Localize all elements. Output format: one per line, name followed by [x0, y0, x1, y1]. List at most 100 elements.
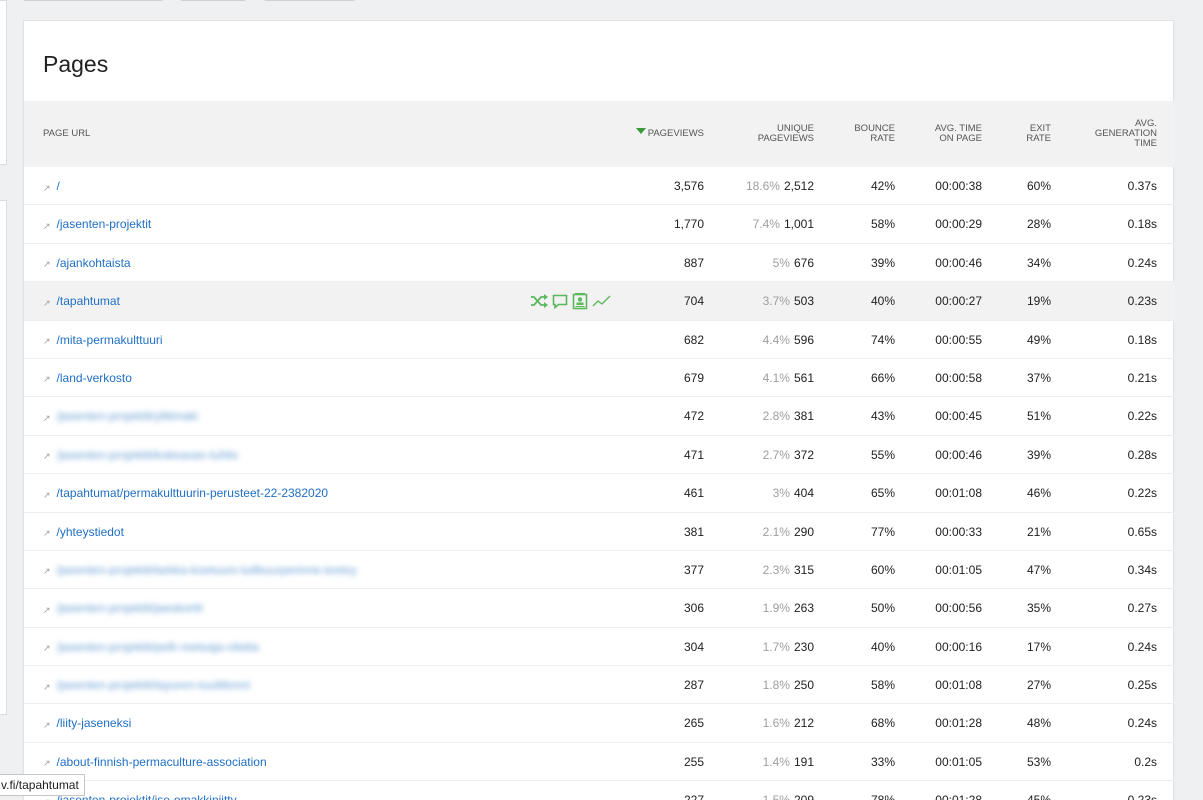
pageviews-value: 461 [683, 486, 704, 501]
unique-pageviews-value: 372 [793, 447, 814, 462]
page-url-cell: ↗ /ajankohtaista [43, 244, 131, 282]
column-bounce-rate[interactable]: BOUNCE RATE [854, 101, 895, 167]
avg-time-value: 00:00:45 [935, 409, 982, 424]
table-row[interactable]: ↗ /jasenten-projektit/tarkka-koetuum-tui… [24, 551, 1175, 590]
avg-time-value: 00:00:46 [935, 255, 982, 270]
visitor-profile-icon[interactable] [572, 292, 588, 310]
page-url-cell: ↗ /jasenten-projektit/pellr-metsaja-vile… [43, 628, 259, 666]
table-row[interactable]: ↗ / 3,576 18.6% 2,512 42% 00:00:38 60% 0… [24, 167, 1175, 206]
unique-pageviews-value: 596 [793, 332, 814, 347]
external-link-icon[interactable]: ↗ [43, 298, 51, 309]
column-exit-rate[interactable]: EXIT RATE [1026, 101, 1051, 167]
page-url-link[interactable]: /jasenten-projektit/kokeasan-tuhlis [57, 448, 238, 462]
external-link-icon[interactable]: ↗ [43, 758, 51, 769]
table-row[interactable]: ↗ /jasenten-projektit 1,770 7.4% 1,001 5… [24, 205, 1175, 244]
external-link-icon[interactable]: ↗ [43, 490, 51, 501]
column-avg-generation-time[interactable]: AVG. GENERATION TIME [1095, 101, 1157, 167]
page-url-link[interactable]: /jasenten-projektit/jaeskortti [57, 601, 203, 615]
page-url-link[interactable]: /jasenten-projektit/pellr-metsaja-vilett… [57, 640, 259, 654]
toolbar-button[interactable] [264, 0, 355, 1]
table-row[interactable]: ↗ /jasenten-projektit/jaeskortti 306 1.9… [24, 589, 1175, 628]
page-url-link[interactable]: /jasenten-projektit [57, 217, 152, 231]
pageviews-value: 287 [683, 678, 704, 693]
toolbar-button[interactable] [23, 0, 163, 1]
unique-pageviews-percent: 2.8% [762, 409, 790, 424]
external-link-icon[interactable]: ↗ [43, 682, 51, 693]
table-row[interactable]: ↗ /ajankohtaista 887 5% 676 39% 00:00:46… [24, 244, 1175, 283]
unique-pageviews-value: 315 [793, 562, 814, 577]
unique-pageviews-percent: 3% [772, 486, 790, 501]
exit-rate-value: 28% [1026, 217, 1051, 232]
column-page-url[interactable]: PAGE URL [43, 101, 90, 167]
table-row[interactable]: ↗ /about-finnish-permaculture-associatio… [24, 743, 1175, 782]
trend-icon[interactable] [592, 294, 612, 308]
page-url-link[interactable]: /land-verkosto [57, 371, 132, 385]
column-pageviews[interactable]: PAGEVIEWS [635, 101, 704, 167]
table-row[interactable]: ↗ /jasenten-projektit/pellr-metsaja-vile… [24, 628, 1175, 667]
shuffle-icon[interactable] [530, 294, 548, 309]
unique-pageviews-percent: 1.5% [763, 793, 790, 800]
table-row[interactable]: ↗ /land-verkosto 679 4.1% 561 66% 00:00:… [24, 359, 1175, 398]
external-link-icon[interactable]: ↗ [43, 566, 51, 577]
page-url-link[interactable]: /yhteystiedot [57, 525, 124, 539]
table-row[interactable]: ↗ /mita-permakulttuuri 682 4.4% 596 74% … [24, 321, 1175, 359]
exit-rate-value: 39% [1026, 447, 1051, 462]
avg-time-value: 00:00:29 [935, 217, 982, 232]
page-url-link[interactable]: /mita-permakulttuuri [57, 333, 163, 347]
status-bar-url: v.fi/tapahtumat [0, 774, 85, 796]
page-url-link[interactable]: / [57, 179, 60, 193]
column-unique-pageviews[interactable]: UNIQUE PAGEVIEWS [758, 101, 814, 167]
page-url-link[interactable]: /jasenten-projektit/ylittmaki [57, 409, 198, 423]
table-row[interactable]: ↗ /liity-jaseneksi 265 1.6% 212 68% 00:0… [24, 704, 1175, 743]
unique-pageviews-cell: 2.1% 290 [763, 513, 814, 551]
external-link-icon[interactable]: ↗ [43, 183, 51, 194]
external-link-icon[interactable]: ↗ [43, 605, 51, 616]
unique-pageviews-cell: 1.9% 263 [763, 589, 814, 627]
page-url-cell: ↗ /tapahtumat [43, 282, 120, 320]
bounce-rate-value: 77% [870, 524, 895, 539]
toolbar-button[interactable] [180, 0, 246, 1]
table-row[interactable]: ↗ /tapahtumat 704 3.7% 503 40% 00:00:27 … [24, 282, 1175, 321]
table-row[interactable]: ↗ /jasenten-projektit/ise-omakkinjitty 2… [24, 781, 1175, 800]
unique-pageviews-percent: 1.4% [762, 754, 790, 769]
pages-report-card: Pages PAGE URL PAGEVIEWS UNIQUE PAGEVIEWS… [23, 20, 1175, 800]
page-url-link[interactable]: /jasenten-projektit/tarkka-koetuum-tuilb… [57, 563, 357, 577]
table-row[interactable]: ↗ /tapahtumat/permakulttuurin-perusteet-… [24, 474, 1175, 513]
page-url-link[interactable]: /ajankohtaista [57, 256, 131, 270]
external-link-icon[interactable]: ↗ [43, 720, 51, 731]
pageviews-value: 377 [683, 562, 704, 577]
column-label: EXIT RATE [1026, 123, 1051, 144]
unique-pageviews-percent: 4.1% [762, 370, 790, 385]
page-url-link[interactable]: /jasenten-projektit/tayuren-tuulittonni [57, 678, 250, 692]
column-label: BOUNCE RATE [854, 123, 895, 144]
external-link-icon[interactable]: ↗ [43, 643, 51, 654]
external-link-icon[interactable]: ↗ [43, 374, 51, 385]
column-label: AVG. GENERATION TIME [1094, 118, 1157, 149]
page-url-link[interactable]: /tapahtumat [57, 294, 120, 308]
comment-icon[interactable] [552, 294, 568, 309]
unique-pageviews-percent: 2.1% [762, 524, 790, 539]
generation-time-value: 0.65s [1127, 524, 1157, 539]
table-row[interactable]: ↗ /yhteystiedot 381 2.1% 290 77% 00:00:3… [24, 513, 1175, 551]
external-link-icon[interactable]: ↗ [43, 528, 51, 539]
pageviews-value: 255 [683, 754, 704, 769]
column-avg-time-on-page[interactable]: AVG. TIME ON PAGE [935, 101, 982, 167]
avg-time-value: 00:00:55 [935, 332, 982, 347]
page-url-link[interactable]: /tapahtumat/permakulttuurin-perusteet-22… [57, 486, 329, 500]
unique-pageviews-cell: 4.1% 561 [763, 359, 814, 397]
exit-rate-value: 49% [1026, 332, 1051, 347]
unique-pageviews-value: 1,001 [783, 217, 814, 232]
external-link-icon[interactable]: ↗ [43, 221, 51, 232]
external-link-icon[interactable]: ↗ [43, 413, 51, 424]
pageviews-value: 679 [683, 370, 704, 385]
unique-pageviews-cell: 5% 676 [773, 244, 814, 282]
table-row[interactable]: ↗ /jasenten-projektit/tayuren-tuulittonn… [24, 666, 1175, 705]
external-link-icon[interactable]: ↗ [43, 259, 51, 270]
table-row[interactable]: ↗ /jasenten-projektit/kokeasan-tuhlis 47… [24, 436, 1175, 475]
external-link-icon[interactable]: ↗ [43, 336, 51, 347]
page-url-link[interactable]: /liity-jaseneksi [57, 716, 132, 730]
table-row[interactable]: ↗ /jasenten-projektit/ylittmaki 472 2.8%… [24, 397, 1175, 436]
avg-time-value: 00:01:05 [935, 562, 982, 577]
page-url-link[interactable]: /about-finnish-permaculture-association [57, 755, 267, 769]
external-link-icon[interactable]: ↗ [43, 451, 51, 462]
